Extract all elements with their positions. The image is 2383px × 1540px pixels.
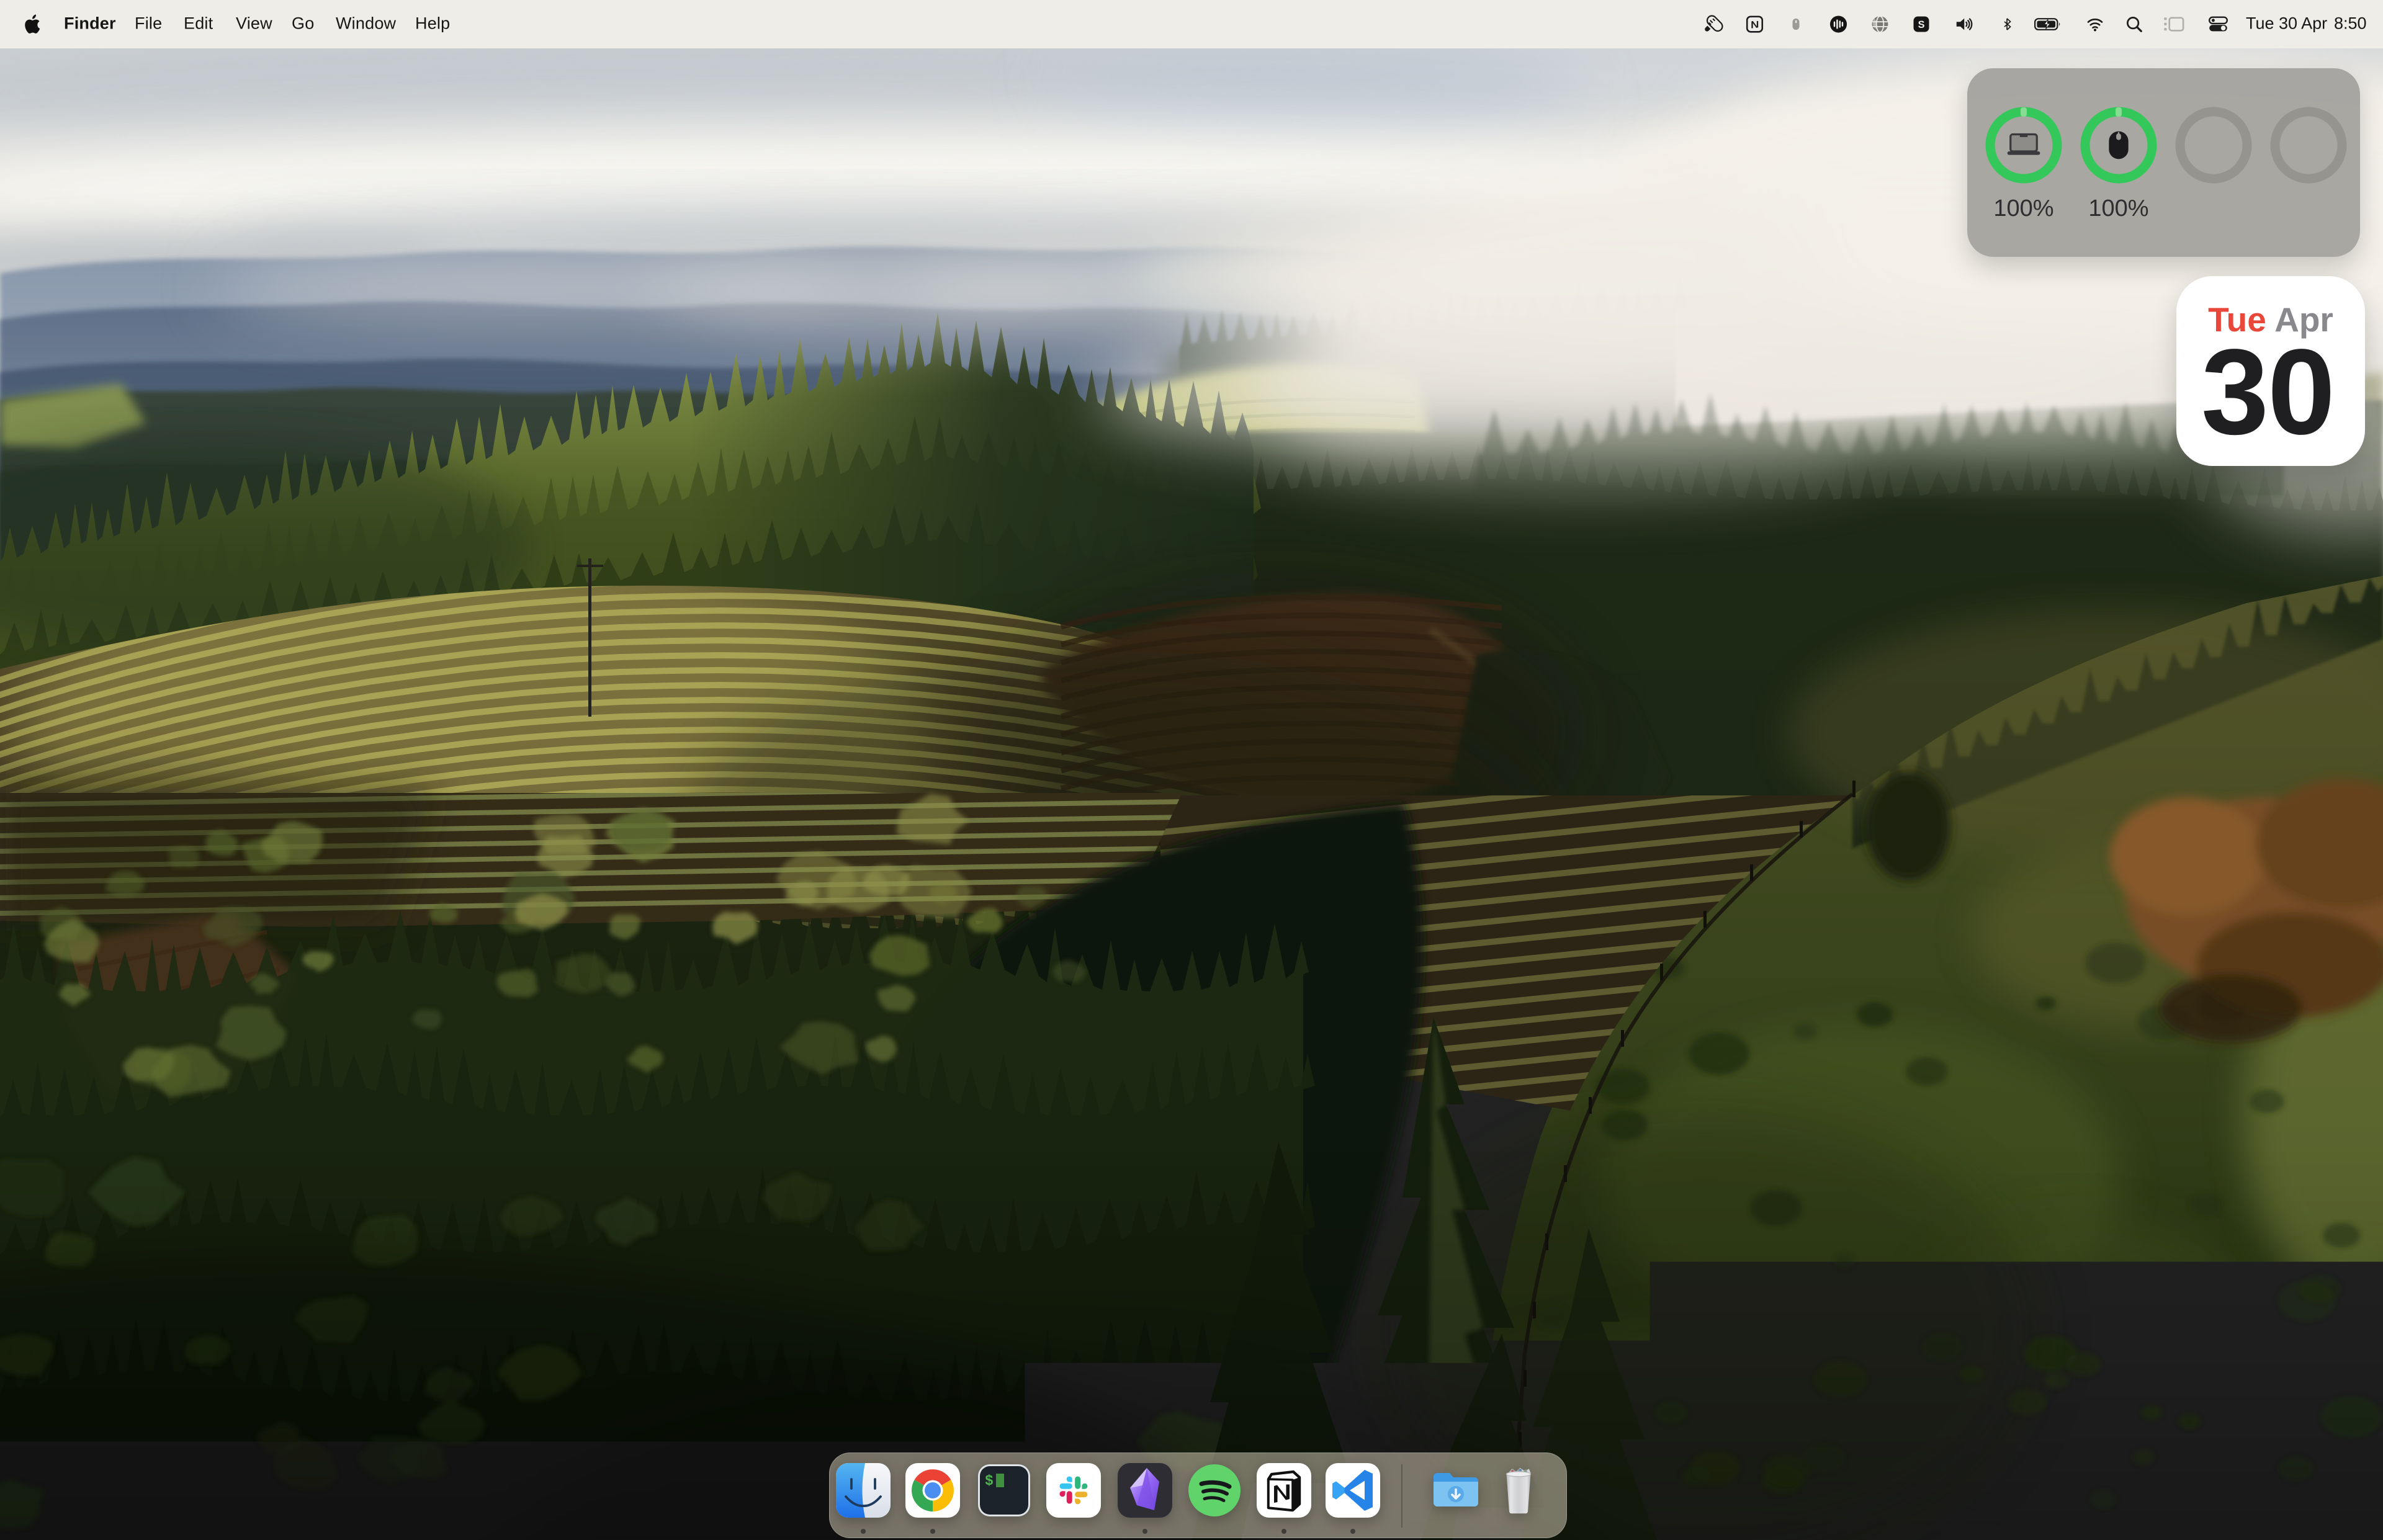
svg-text:S: S [1918, 19, 1925, 30]
svg-text:$: $ [985, 1473, 994, 1489]
